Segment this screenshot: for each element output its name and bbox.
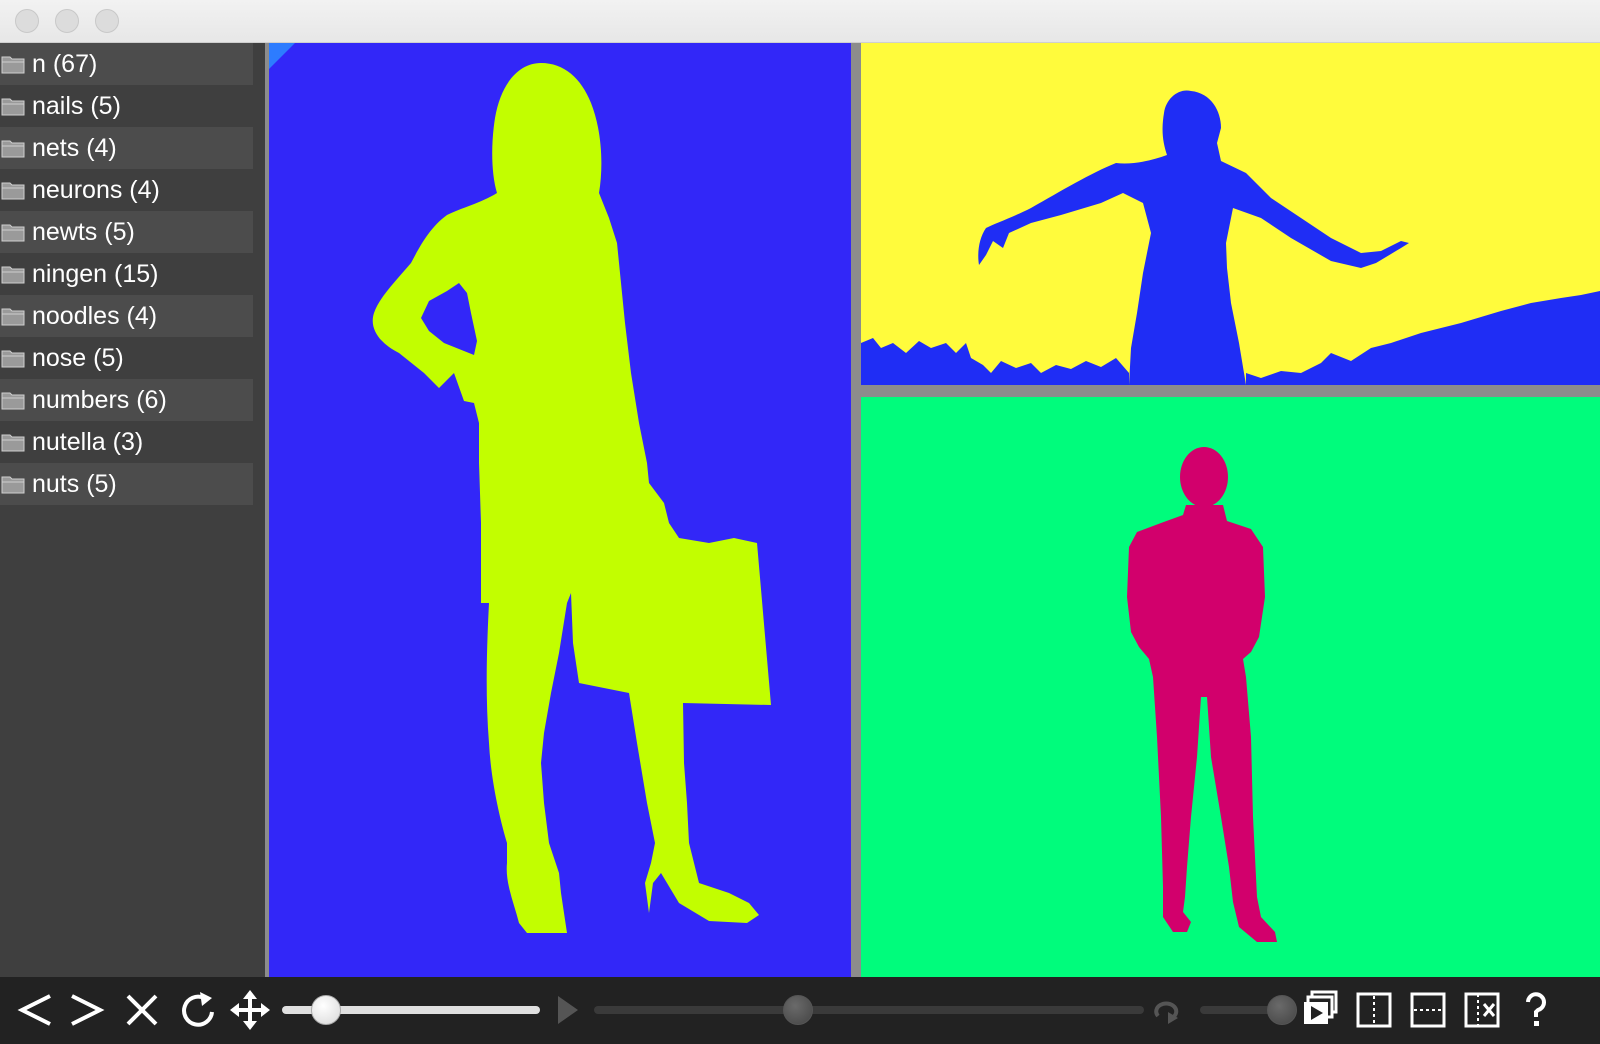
progress-slider-knob[interactable] (782, 995, 813, 1025)
sidebar-item-label: nails (5) (32, 91, 121, 120)
previous-button[interactable] (12, 985, 60, 1035)
move-icon (230, 990, 270, 1030)
previous-icon (17, 994, 51, 1026)
sidebar-item-label: numbers (6) (32, 385, 167, 414)
folder-icon (1, 434, 25, 452)
slideshow-icon (1304, 990, 1338, 1024)
folder-sidebar: n (67) nails (5) nets (4) neurons (4) newts … (0, 43, 265, 977)
close-image-button[interactable] (118, 985, 166, 1035)
woman-with-briefcase-silhouette (372, 63, 771, 933)
folder-icon (1, 182, 25, 200)
sidebar-item-label: n (67) (32, 49, 98, 78)
woman-arms-outstretched-silhouette (861, 90, 1600, 385)
image-panel-left[interactable] (269, 43, 851, 977)
move-button[interactable] (226, 985, 274, 1035)
folder-icon (1, 350, 25, 368)
vertical-split-icon (1356, 992, 1392, 1028)
loop-icon (1154, 1001, 1179, 1024)
sidebar-item-label: ningen (15) (32, 259, 159, 288)
slideshow-button[interactable] (1296, 985, 1344, 1035)
sidebar-item-label: noodles (4) (32, 301, 158, 330)
sidebar-folder-item[interactable]: nets (4) (0, 127, 253, 169)
speed-slider-knob[interactable] (1267, 995, 1297, 1025)
sidebar-item-label: newts (5) (32, 217, 135, 246)
play-button[interactable] (542, 985, 590, 1035)
play-icon (558, 996, 578, 1024)
sidebar-folder-item[interactable]: noodles (4) (0, 295, 253, 337)
folder-icon (1, 476, 25, 494)
horizontal-split-button[interactable] (1404, 985, 1452, 1035)
sidebar-folder-item[interactable]: nose (5) (0, 337, 253, 379)
window-minimize-button[interactable] (55, 9, 79, 33)
help-icon (1526, 992, 1546, 1026)
folder-icon (1, 266, 25, 284)
window-zoom-button[interactable] (95, 9, 119, 33)
sidebar-folder-item[interactable]: neurons (4) (0, 169, 253, 211)
horizontal-split-icon (1410, 992, 1446, 1028)
progress-slider-track[interactable] (594, 1006, 1144, 1014)
horizontal-splitter[interactable] (861, 385, 1600, 397)
vertical-split-button[interactable] (1350, 985, 1398, 1035)
sidebar-folder-item[interactable]: n (67) (0, 43, 253, 85)
sidebar-folder-item[interactable]: nutella (3) (0, 421, 253, 463)
close-icon (126, 994, 158, 1026)
folder-icon (1, 56, 25, 74)
selection-corner-marker (269, 43, 295, 69)
sidebar-folder-item[interactable]: newts (5) (0, 211, 253, 253)
image-panel-top-right[interactable] (861, 43, 1600, 385)
rotate-button[interactable] (174, 985, 222, 1035)
next-button[interactable] (62, 985, 110, 1035)
rotate-icon (182, 992, 214, 1027)
title-bar (0, 0, 1600, 43)
zoom-slider-knob[interactable] (310, 995, 341, 1025)
next-icon (71, 994, 105, 1026)
sidebar-folder-item[interactable]: ningen (15) (0, 253, 253, 295)
sidebar-item-label: nets (4) (32, 133, 117, 162)
sidebar-folder-item[interactable]: nails (5) (0, 85, 253, 127)
folder-icon (1, 392, 25, 410)
loop-button[interactable] (1144, 985, 1192, 1035)
image-panel-bottom-right[interactable] (861, 397, 1600, 977)
vertical-splitter[interactable] (851, 43, 861, 977)
sidebar-item-label: neurons (4) (32, 175, 160, 204)
folder-icon (1, 140, 25, 158)
man-in-suit-silhouette (1127, 447, 1277, 942)
close-split-button[interactable] (1458, 985, 1506, 1035)
sidebar-folder-item[interactable]: numbers (6) (0, 379, 253, 421)
sidebar-folder-item[interactable]: nuts (5) (0, 463, 253, 505)
bottom-toolbar (0, 977, 1600, 1044)
sidebar-item-label: nose (5) (32, 343, 124, 372)
sidebar-item-label: nutella (3) (32, 427, 144, 456)
close-split-icon (1464, 992, 1500, 1028)
folder-icon (1, 308, 25, 326)
folder-icon (1, 98, 25, 116)
folder-icon (1, 224, 25, 242)
help-button[interactable] (1512, 985, 1560, 1035)
sidebar-item-label: nuts (5) (32, 469, 117, 498)
window-close-button[interactable] (15, 9, 39, 33)
